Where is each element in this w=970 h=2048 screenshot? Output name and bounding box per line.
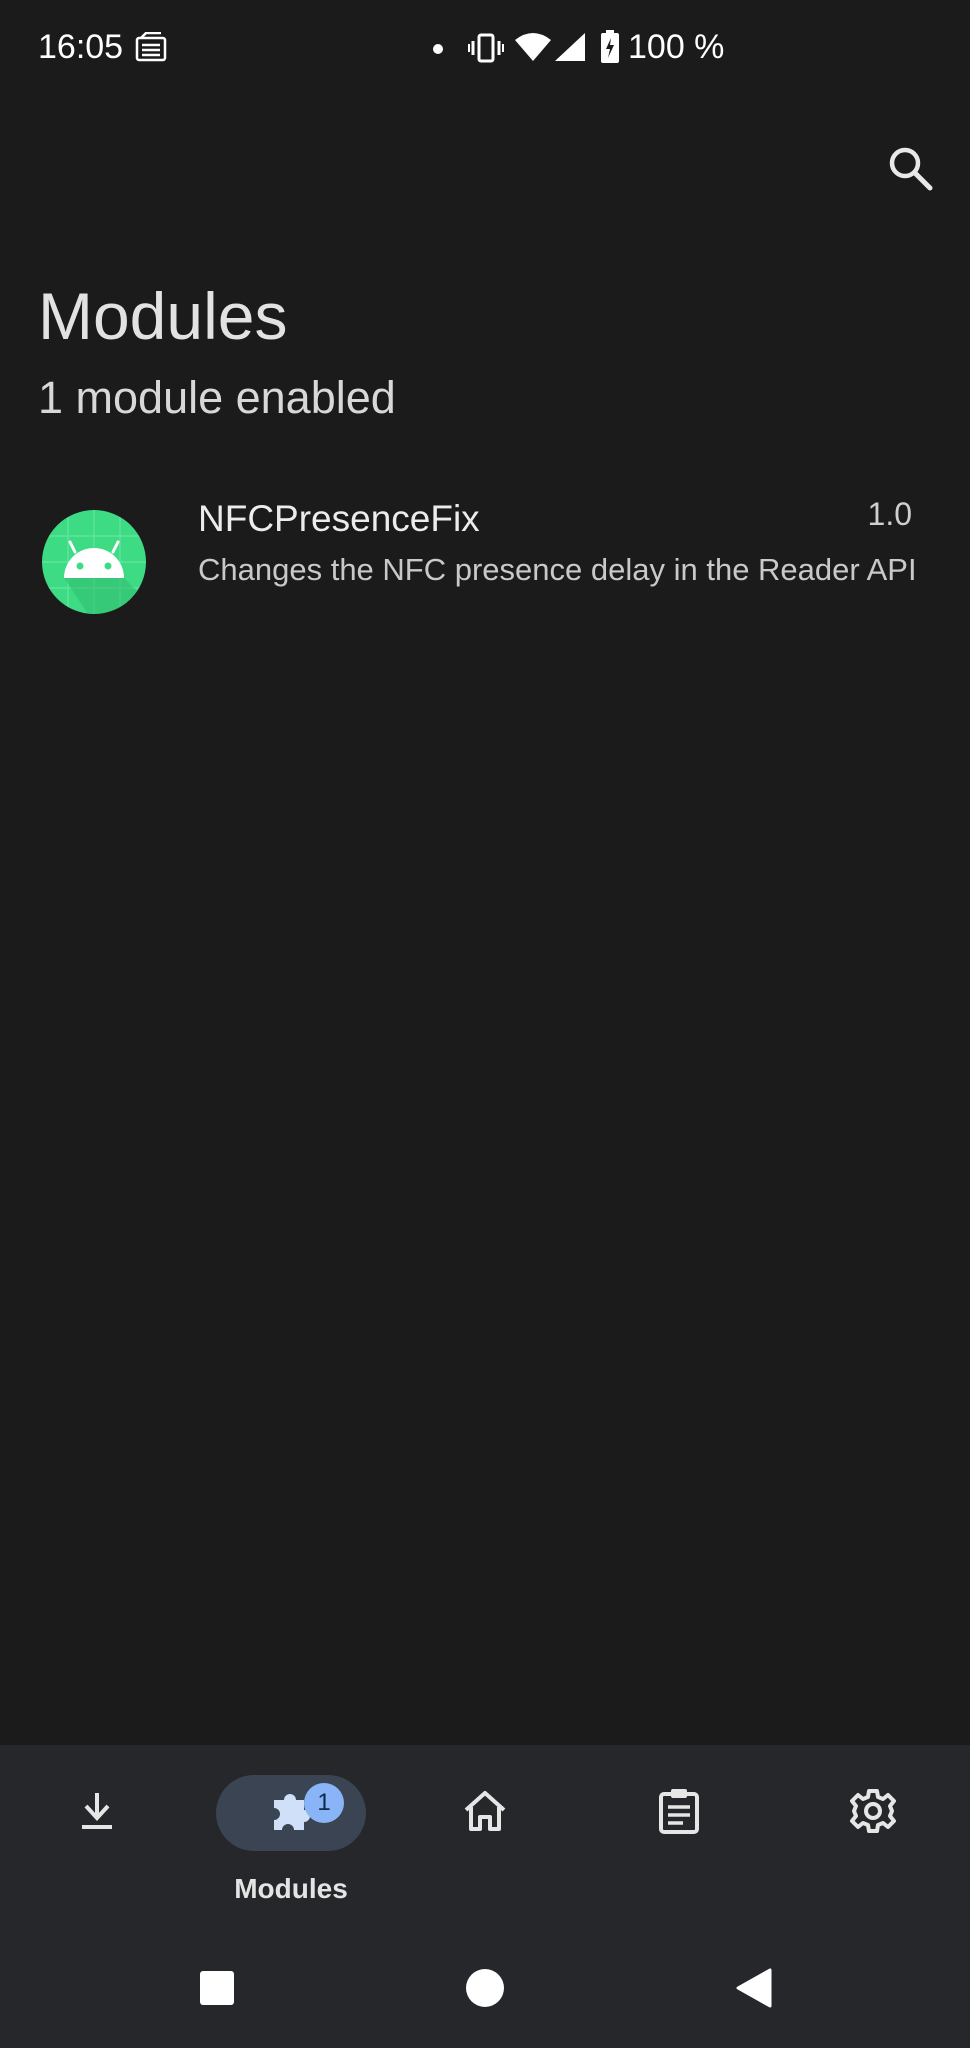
battery-percentage: 100 % (628, 28, 725, 66)
home-icon (462, 1788, 508, 1839)
module-list-item[interactable]: NFCPresenceFix 1.0 Changes the NFC prese… (0, 480, 970, 650)
vibrate-icon (468, 32, 504, 69)
nav-icon-container (22, 1775, 172, 1851)
gear-icon (849, 1787, 897, 1840)
page-title: Modules (38, 279, 288, 353)
module-name: NFCPresenceFix (198, 498, 480, 539)
nav-icon-container (410, 1775, 560, 1851)
square-icon (199, 1970, 235, 2011)
nav-item-modules[interactable]: 1 Modules (194, 1745, 388, 1935)
download-icon (76, 1790, 118, 1837)
search-icon (886, 144, 934, 197)
modules-badge: 1 (304, 1783, 344, 1823)
module-version: 1.0 (867, 496, 912, 532)
nav-icon-container (604, 1775, 754, 1851)
sim-card-icon (134, 31, 168, 69)
wifi-icon (514, 32, 552, 67)
signal-icon (554, 32, 586, 67)
status-time: 16:05 (38, 28, 124, 66)
dot-icon (432, 42, 444, 60)
clipboard-icon (657, 1787, 701, 1840)
android-icon (42, 510, 146, 614)
status-bar: 16:05 100 % (0, 0, 970, 100)
system-navigation-bar (0, 1935, 970, 2048)
triangle-back-icon (734, 1967, 772, 2014)
bottom-navigation: 1 Modules (0, 1745, 970, 1935)
page-subtitle: 1 module enabled (38, 372, 396, 423)
nav-item-logs[interactable] (582, 1745, 776, 1935)
battery-charging-icon (600, 30, 620, 69)
nav-active-indicator: 1 (216, 1775, 366, 1851)
screen: 16:05 100 % Modules 1 module enabled NFC… (0, 0, 970, 2048)
home-button[interactable] (450, 1955, 520, 2025)
module-description: Changes the NFC presence delay in the Re… (198, 552, 917, 587)
search-button[interactable] (880, 140, 940, 200)
nav-item-settings[interactable] (776, 1745, 970, 1935)
nav-label-modules: Modules (234, 1873, 348, 1904)
recents-button[interactable] (182, 1955, 252, 2025)
back-button[interactable] (718, 1955, 788, 2025)
nav-item-home[interactable] (388, 1745, 582, 1935)
circle-icon (465, 1968, 505, 2013)
nav-icon-container (798, 1775, 948, 1851)
nav-item-repository[interactable] (0, 1745, 194, 1935)
